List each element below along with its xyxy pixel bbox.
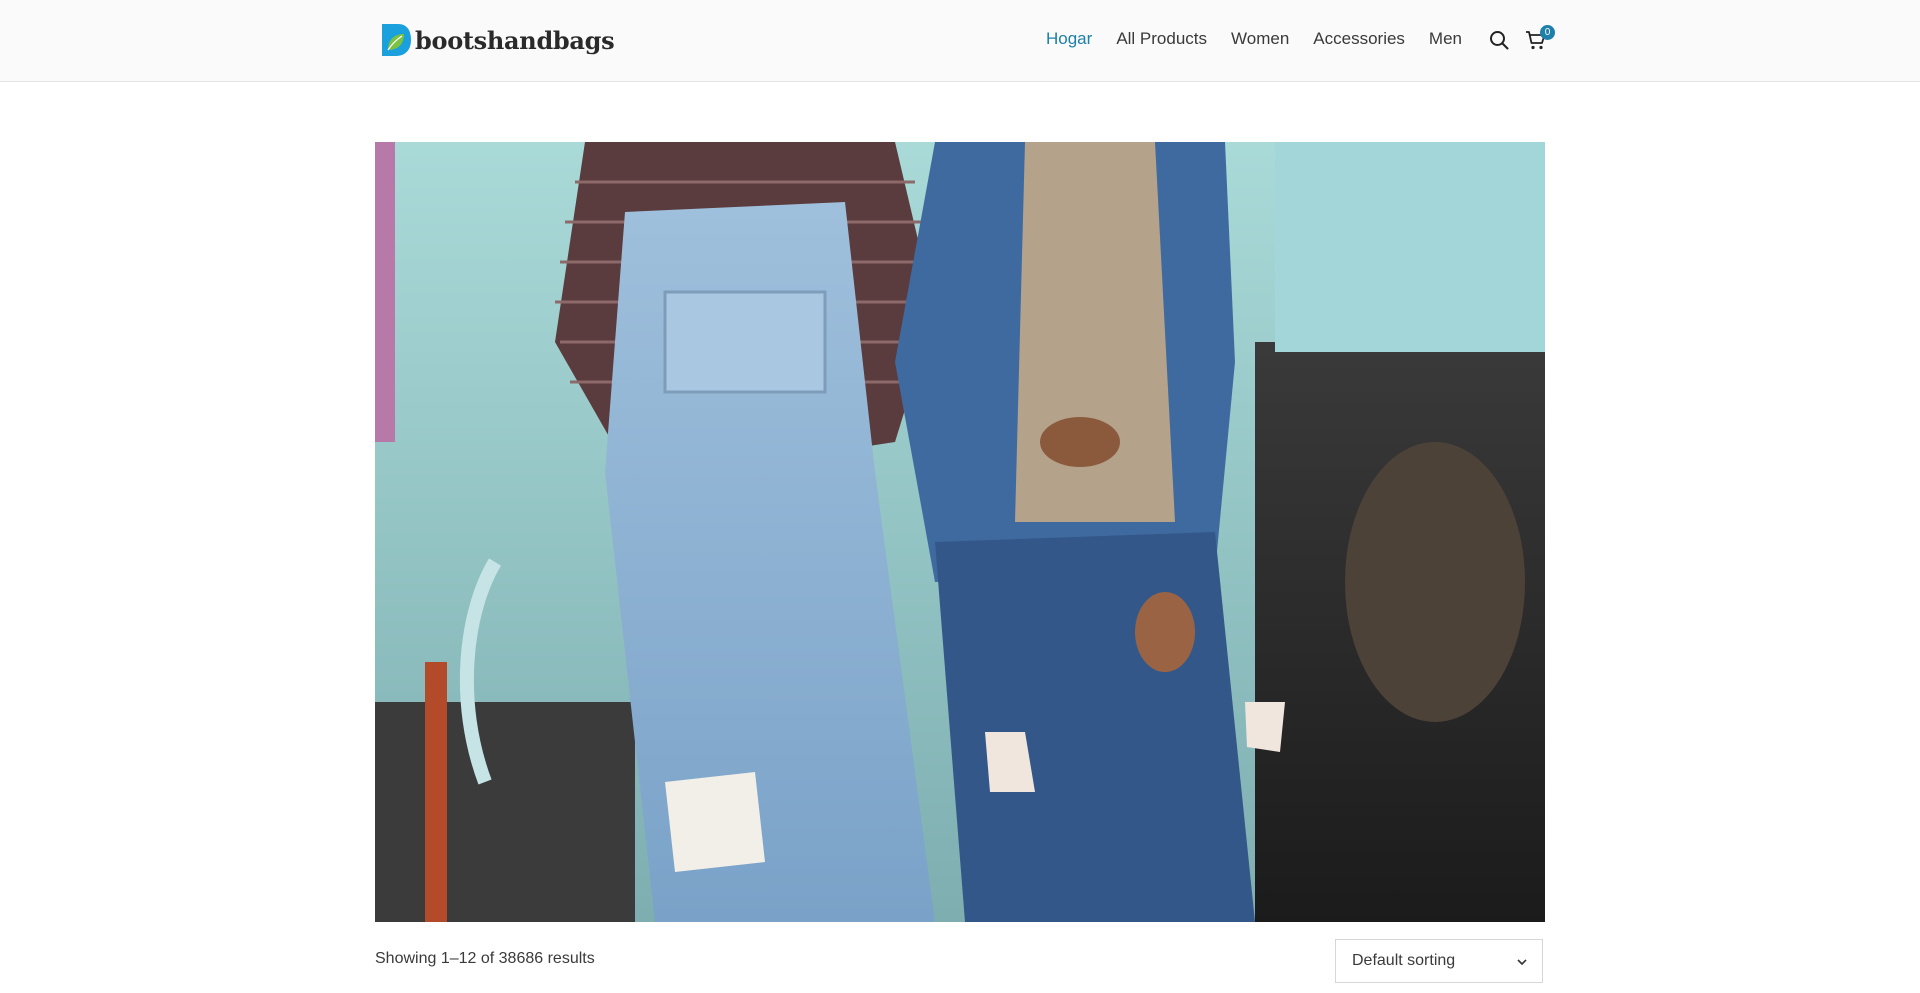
sort-select-value: Default sorting: [1352, 952, 1456, 969]
nav-item-men[interactable]: Men: [1429, 28, 1462, 50]
nav-item-women[interactable]: Women: [1231, 28, 1289, 50]
nav-item-hogar[interactable]: Hogar: [1046, 28, 1092, 50]
nav-item-accessories[interactable]: Accessories: [1313, 28, 1405, 50]
results-count: Showing 1–12 of 38686 results: [375, 950, 595, 967]
site-logo[interactable]: bootshandbags: [378, 21, 615, 59]
logo-mark-icon: [382, 24, 411, 56]
sort-select[interactable]: Default sorting: [1335, 939, 1543, 983]
logo-text: bootshandbags: [415, 25, 615, 55]
hero-image: [375, 142, 1545, 922]
nav-item-all-products[interactable]: All Products: [1116, 28, 1207, 50]
chevron-down-icon: [1517, 959, 1527, 966]
cart-count-badge: 0: [1540, 25, 1555, 40]
site-header: bootshandbags Hogar All Products Women A…: [0, 0, 1920, 82]
main-nav: Hogar All Products Women Accessories Men: [1046, 28, 1486, 50]
hero-photo: [375, 142, 1545, 922]
search-icon[interactable]: [1489, 30, 1509, 50]
